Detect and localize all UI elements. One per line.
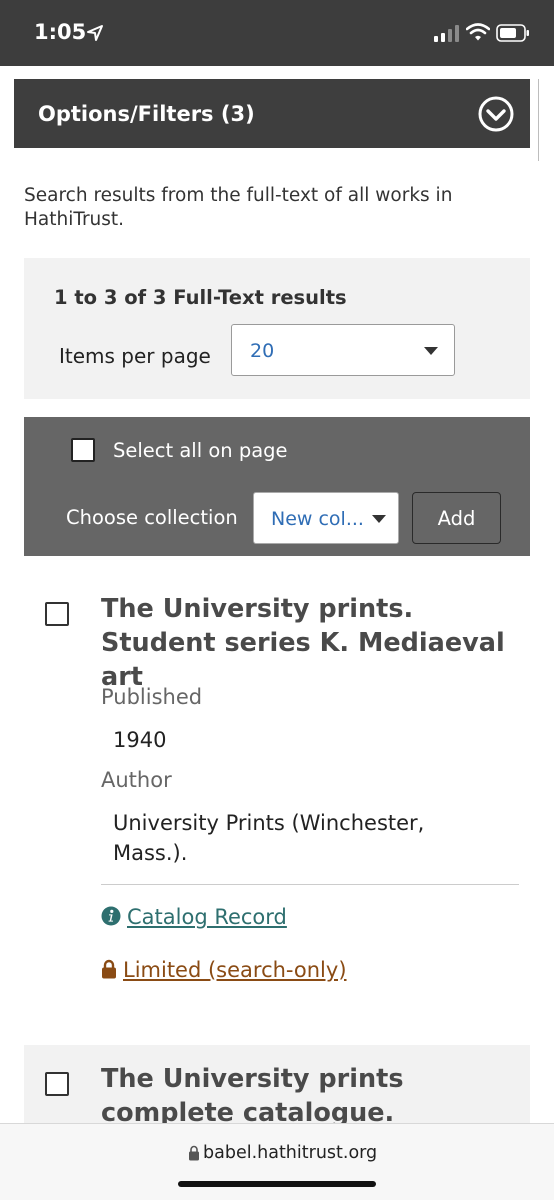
result-select-checkbox[interactable] [45,602,69,626]
result-item: The University prints. Student series K.… [24,575,530,1020]
author-label: Author [101,768,172,792]
battery-icon [496,24,529,42]
chevron-down-circle-icon[interactable] [477,95,515,133]
options-filters-title: Options/Filters (3) [38,102,255,126]
cellular-signal-icon [434,25,459,42]
result-select-checkbox[interactable] [45,1072,69,1096]
result-title[interactable]: The University prints complete catalogue… [101,1062,521,1130]
select-all-checkbox[interactable] [71,438,95,462]
author-value: University Prints (Winchester, Mass.). [113,811,425,865]
published-label: Published [101,685,203,709]
select-all-label[interactable]: Select all on page [113,439,288,462]
browser-url-bar[interactable]: babel.hathitrust.org [0,1123,554,1200]
items-per-page-select[interactable]: 20 [231,324,455,376]
items-per-page-label: Items per page [59,344,211,368]
status-bar: 1:05 [0,0,554,66]
wifi-icon [466,23,490,41]
collection-toolbar: Select all on page Choose collection New… [24,417,530,556]
lock-icon [102,959,116,979]
collection-select[interactable]: New col... [253,492,399,544]
add-to-collection-button[interactable]: Add [412,492,501,544]
choose-collection-label: Choose collection [66,506,238,529]
items-per-page-value: 20 [250,340,275,362]
url-text: babel.hathitrust.org [203,1143,378,1163]
search-intro-text: Search results from the full-text of all… [24,185,453,230]
limited-access-link[interactable]: Limited (search-only) [101,958,347,982]
location-arrow-icon [87,25,103,41]
status-time: 1:05 [34,20,87,44]
collection-select-value: New col... [271,508,364,530]
result-title[interactable]: The University prints. Student series K.… [101,592,521,694]
caret-down-icon [372,515,386,523]
published-value: 1940 [113,728,167,752]
results-summary: 1 to 3 of 3 Full-Text results Items per … [24,258,530,399]
catalog-record-link[interactable]: Catalog Record [101,905,287,929]
results-count-title: 1 to 3 of 3 Full-Text results [54,286,347,309]
info-circle-icon [101,906,121,926]
caret-down-icon [424,347,438,355]
catalog-record-label: Catalog Record [127,905,287,929]
home-indicator[interactable] [178,1181,376,1187]
limited-access-label: Limited (search-only) [123,958,347,982]
options-filters-toggle[interactable]: Options/Filters (3) [14,79,530,148]
lock-icon [189,1145,199,1161]
scrollbar-edge [538,79,539,161]
divider [101,884,519,885]
